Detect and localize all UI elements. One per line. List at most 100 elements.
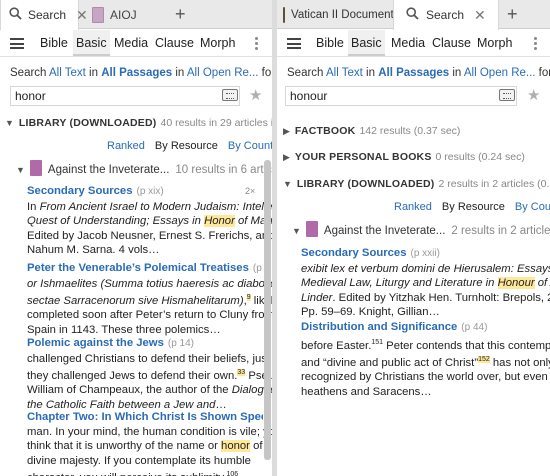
scope-all-text-link[interactable]: All Text — [49, 67, 86, 79]
resource-group-row[interactable]: ▼ Against the Inveterate... 2 results in 2… — [292, 221, 550, 237]
caret-down-icon: ▼ — [283, 179, 292, 189]
result-title[interactable]: Secondary Sources — [27, 185, 132, 197]
resource-title: Against the Inveterate... — [47, 164, 170, 176]
tab-media[interactable]: Media — [388, 30, 428, 56]
footnote-marker: 152 — [478, 355, 490, 363]
search-line-text: in — [362, 67, 379, 79]
tab-search[interactable]: Search ✕ — [393, 0, 499, 30]
search-line-text: in — [85, 67, 102, 79]
italic-text: Linder — [301, 291, 333, 304]
star-icon[interactable]: ★ — [249, 86, 262, 104]
sort-by-count[interactable]: By Count — [228, 140, 272, 152]
sort-ranked[interactable]: Ranked — [107, 140, 145, 152]
scrollbar[interactable] — [264, 160, 271, 460]
tab-bible[interactable]: Bible — [313, 30, 347, 56]
result-snippet: man. In your mind, the human condition i… — [27, 425, 272, 476]
result-title[interactable]: Polemic against the Jews — [27, 337, 164, 349]
menu-icon[interactable] — [10, 38, 24, 49]
left-search-panel: Search ✕ AIOJ + Bible Basic Media Clause… — [0, 0, 272, 476]
result-title[interactable]: Distribution and Significance — [301, 321, 457, 333]
personal-books-section-header[interactable]: ▶ YOUR PERSONAL BOOKS 0 results (0.24 sec) — [283, 151, 525, 163]
library-section-header[interactable]: ▼ LIBRARY (DOWNLOADED) 2 results in 2 arti… — [283, 178, 550, 190]
italic-text: or Ishmaelites (Summa totius haeresis ac… — [27, 277, 272, 290]
tab-bible[interactable]: Bible — [37, 30, 71, 56]
result-snippet: challenged Christians to defend their be… — [27, 352, 272, 413]
search-result[interactable]: Secondary Sources (p xxii) exibit lex et v… — [301, 246, 550, 320]
sort-by-resource[interactable]: By Resource — [155, 140, 218, 152]
close-icon[interactable]: ✕ — [474, 7, 486, 24]
tab-basic[interactable]: Basic — [348, 30, 385, 56]
section-meta: 2 results in 2 articles (0.24 sec) — [438, 178, 550, 190]
sort-by-resource[interactable]: By Resource — [442, 201, 505, 213]
book-icon — [29, 160, 42, 176]
sort-ranked[interactable]: Ranked — [394, 201, 432, 213]
result-title[interactable]: Secondary Sources — [301, 247, 406, 259]
italic-text: From Ancient Israel to Modern Judaism: I… — [39, 200, 272, 213]
search-result[interactable]: Distribution and Significance (p 44) befor… — [301, 320, 550, 399]
sort-options: Ranked By Resource By Count — [107, 140, 272, 152]
result-snippet: exibit lex et verbum domini de Hierusale… — [301, 262, 550, 320]
scope-all-open-resources-link[interactable]: All Open Re... — [187, 67, 259, 79]
tab-clause[interactable]: Clause — [152, 30, 197, 56]
more-options-icon[interactable] — [534, 37, 538, 52]
search-line-text: Search — [287, 67, 326, 79]
result-page: (p xxii) — [410, 248, 440, 259]
italic-text: sectae Sarracenorum sive Hismahelitarum) — [27, 294, 244, 307]
search-line-text: for — [538, 67, 550, 79]
sort-options: Ranked By Resource By Count — [394, 201, 550, 213]
tab-morph[interactable]: Morph — [474, 30, 515, 56]
library-section-header[interactable]: ▼ LIBRARY (DOWNLOADED) 40 results in 29 ar… — [5, 117, 272, 129]
keyboard-icon[interactable] — [499, 89, 515, 101]
tab-basic[interactable]: Basic — [73, 30, 110, 56]
scope-all-passages-link[interactable]: All Passages — [101, 67, 172, 79]
more-options-icon[interactable] — [255, 37, 259, 52]
footnote-marker: 106 — [226, 471, 239, 476]
result-page: (p 7) — [252, 263, 263, 274]
search-hit-highlight: honor — [221, 440, 250, 452]
resource-title: Against the Inveterate... — [323, 225, 446, 237]
search-result[interactable]: Chapter Two: In Which Christ Is Shown Sp… — [27, 410, 272, 476]
scope-all-open-resources-link[interactable]: All Open Re... — [464, 67, 536, 79]
result-title[interactable]: Chapter Two: In Which Christ Is Shown Sp… — [27, 411, 263, 423]
italic-text: the Catholic Faith between a Jew and — [27, 398, 216, 411]
scope-all-passages-link[interactable]: All Passages — [378, 67, 449, 79]
search-result[interactable]: Secondary Sources (p xix) In From Ancient … — [27, 184, 272, 258]
section-title: LIBRARY (DOWNLOADED) — [296, 178, 435, 190]
tab-aioj[interactable]: AIOJ — [92, 0, 166, 29]
search-input[interactable]: honor — [10, 86, 240, 106]
search-line-text: in — [172, 67, 187, 79]
left-search-toolbar: Bible Basic Media Clause Morph — [0, 30, 272, 57]
resource-group-row[interactable]: ▼ Against the Inveterate... 10 results in … — [16, 160, 272, 176]
tab-vatican-ii-documents[interactable]: Vatican II Documents — [283, 0, 399, 29]
search-result[interactable]: Peter the Venerable’s Polemical Treatise… — [27, 261, 272, 337]
new-tab-plus-icon[interactable]: + — [175, 4, 186, 25]
keyboard-icon[interactable] — [222, 89, 238, 101]
factbook-section-header[interactable]: ▶ FACTBOOK 142 results (0.37 sec) — [283, 125, 460, 137]
search-result[interactable]: Polemic against the Jews (p 14) challenged… — [27, 336, 272, 413]
section-title: YOUR PERSONAL BOOKS — [294, 151, 432, 163]
tab-morph[interactable]: Morph — [197, 30, 238, 56]
new-tab-plus-icon[interactable]: + — [507, 4, 518, 25]
italic-text: Medieval Law, Liturgy and Literature in — [301, 277, 498, 289]
star-icon[interactable]: ★ — [527, 86, 540, 104]
result-page: (p 44) — [461, 322, 488, 333]
section-meta: 0 results (0.24 sec) — [435, 151, 525, 163]
result-snippet: before Easter.151 Peter contends that th… — [301, 338, 550, 398]
search-input[interactable]: honour — [285, 86, 517, 106]
tab-clause[interactable]: Clause — [429, 30, 474, 56]
tab-search-label: Search — [28, 8, 67, 22]
resource-meta: 10 results in 6 articles — [175, 164, 272, 176]
book-icon — [283, 6, 285, 23]
tab-search[interactable]: Search ✕ — [0, 0, 88, 30]
menu-icon[interactable] — [287, 38, 301, 49]
sort-by-count[interactable]: By Count — [515, 201, 550, 213]
tab-media[interactable]: Media — [111, 30, 151, 56]
search-icon — [406, 7, 419, 23]
result-page: (p 14) — [167, 338, 194, 349]
close-icon[interactable]: ✕ — [76, 7, 88, 24]
caret-down-icon: ▼ — [5, 118, 14, 128]
search-line-text: in — [449, 67, 464, 79]
result-title[interactable]: Peter the Venerable’s Polemical Treatise… — [27, 262, 249, 274]
scope-all-text-link[interactable]: All Text — [326, 67, 363, 79]
right-search-toolbar: Bible Basic Media Clause Morph — [277, 30, 550, 57]
